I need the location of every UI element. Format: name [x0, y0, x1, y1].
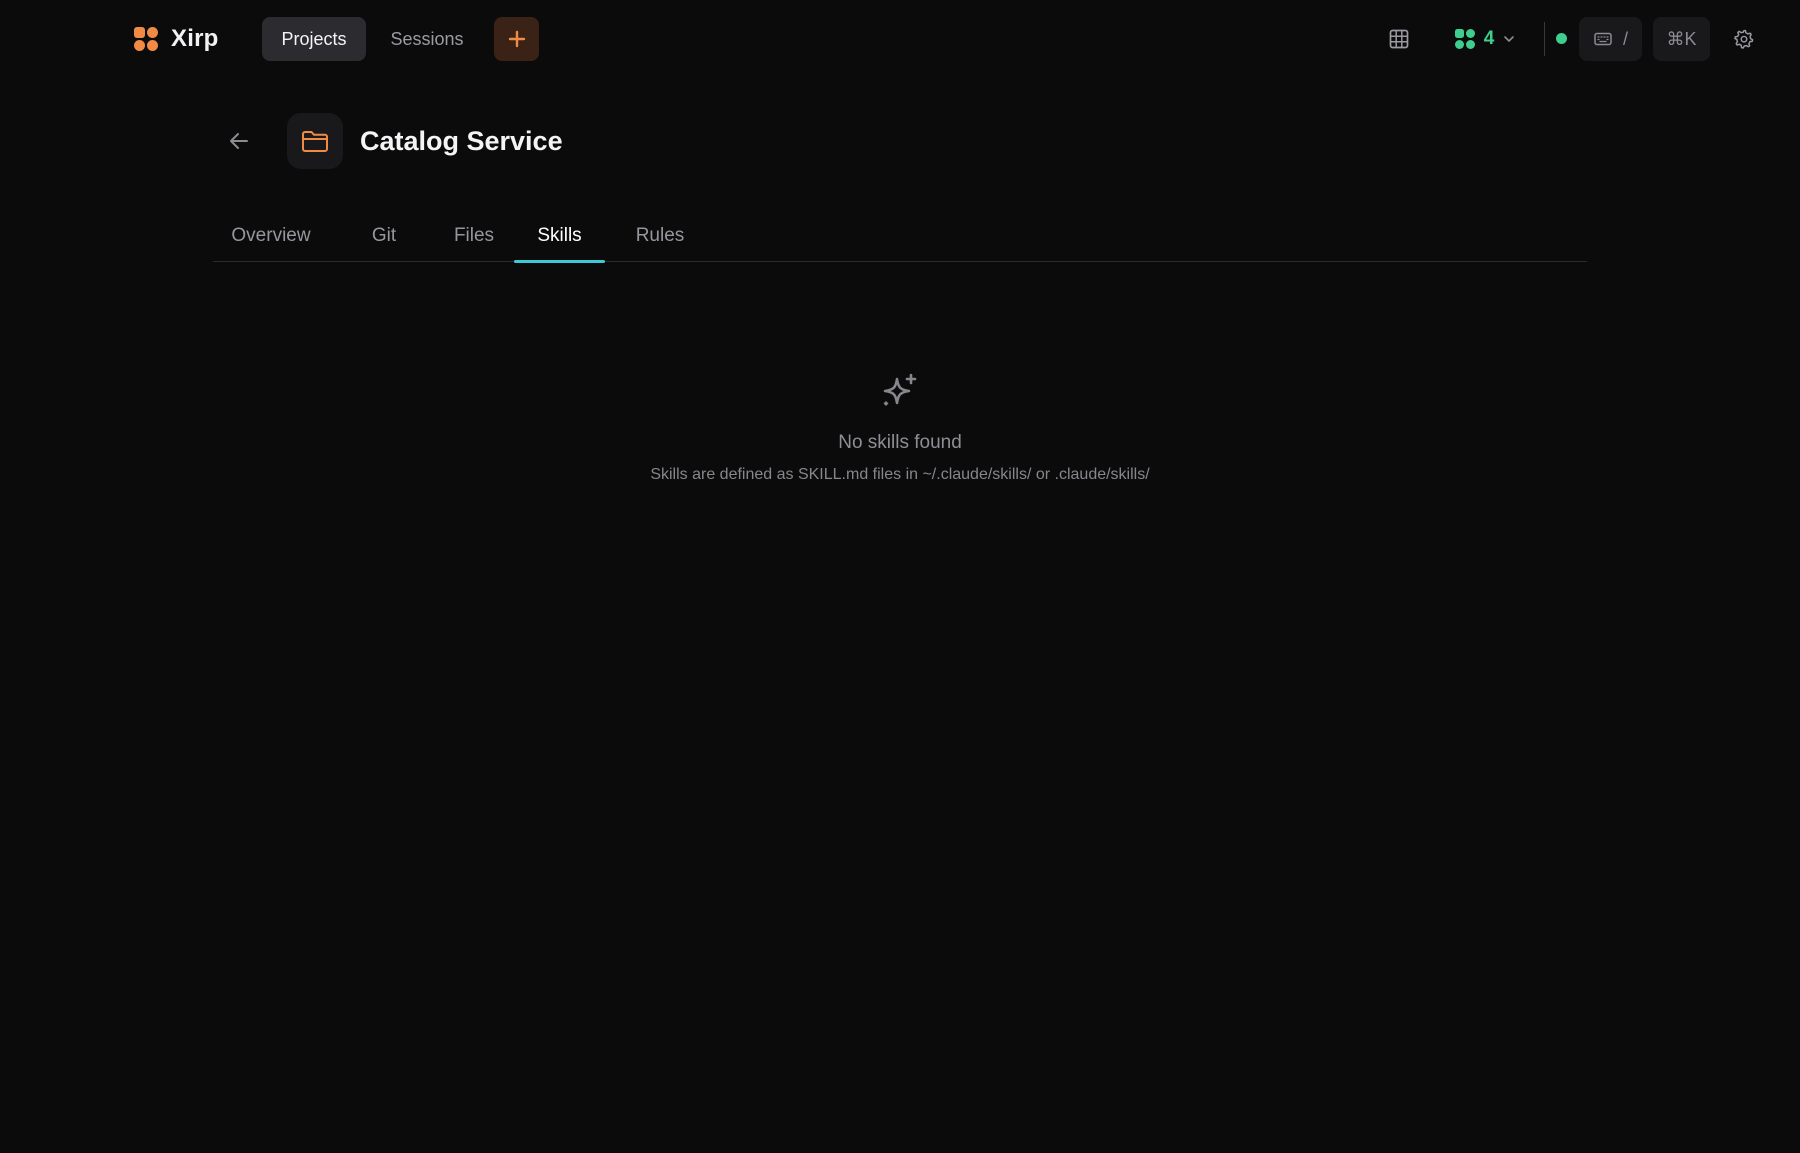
skills-empty-state: No skills found Skills are defined as SK… [500, 370, 1300, 484]
gear-icon [1734, 29, 1754, 49]
back-button[interactable] [222, 124, 256, 158]
app-name: Xirp [171, 25, 219, 52]
folder-icon [302, 131, 328, 152]
new-project-button[interactable] [494, 17, 539, 61]
top-bar: Xirp Projects Sessions 4 / ⌘K [0, 0, 1800, 78]
tab-git[interactable]: Git [364, 210, 404, 262]
tab-rules[interactable]: Rules [625, 210, 695, 262]
keyboard-icon [1594, 32, 1612, 46]
settings-button[interactable] [1723, 17, 1765, 61]
shortcut-slash: / [1622, 28, 1628, 49]
agents-icon [1454, 29, 1475, 49]
tab-files[interactable]: Files [441, 210, 507, 262]
brand[interactable]: Xirp [133, 22, 218, 56]
empty-state-title: No skills found [838, 432, 962, 453]
keyboard-shortcuts-button[interactable]: / [1579, 17, 1642, 61]
tab-overview[interactable]: Overview [217, 210, 325, 262]
agents-dropdown[interactable]: 4 [1446, 17, 1524, 61]
project-tabs: Overview Git Files Skills Rules [213, 210, 1587, 263]
grid-icon [1389, 29, 1409, 49]
nav-sessions-button[interactable]: Sessions [374, 17, 480, 61]
tab-skills[interactable]: Skills [514, 210, 605, 263]
grid-view-button[interactable] [1378, 17, 1420, 61]
sparkles-icon [883, 373, 917, 406]
chevron-down-icon [1504, 36, 1515, 42]
empty-state-subtitle: Skills are defined as SKILL.md files in … [650, 466, 1150, 483]
connection-status-indicator [1556, 33, 1567, 44]
project-icon-tile [287, 113, 343, 169]
command-palette-button[interactable]: ⌘K [1653, 17, 1710, 61]
plus-icon [508, 30, 525, 48]
toolbar-divider [1544, 22, 1545, 56]
page-title: Catalog Service [360, 126, 563, 156]
nav-projects-button[interactable]: Projects [262, 17, 366, 61]
logo-icon [134, 27, 158, 51]
agents-count: 4 [1483, 28, 1495, 49]
arrow-left-icon [230, 133, 248, 149]
